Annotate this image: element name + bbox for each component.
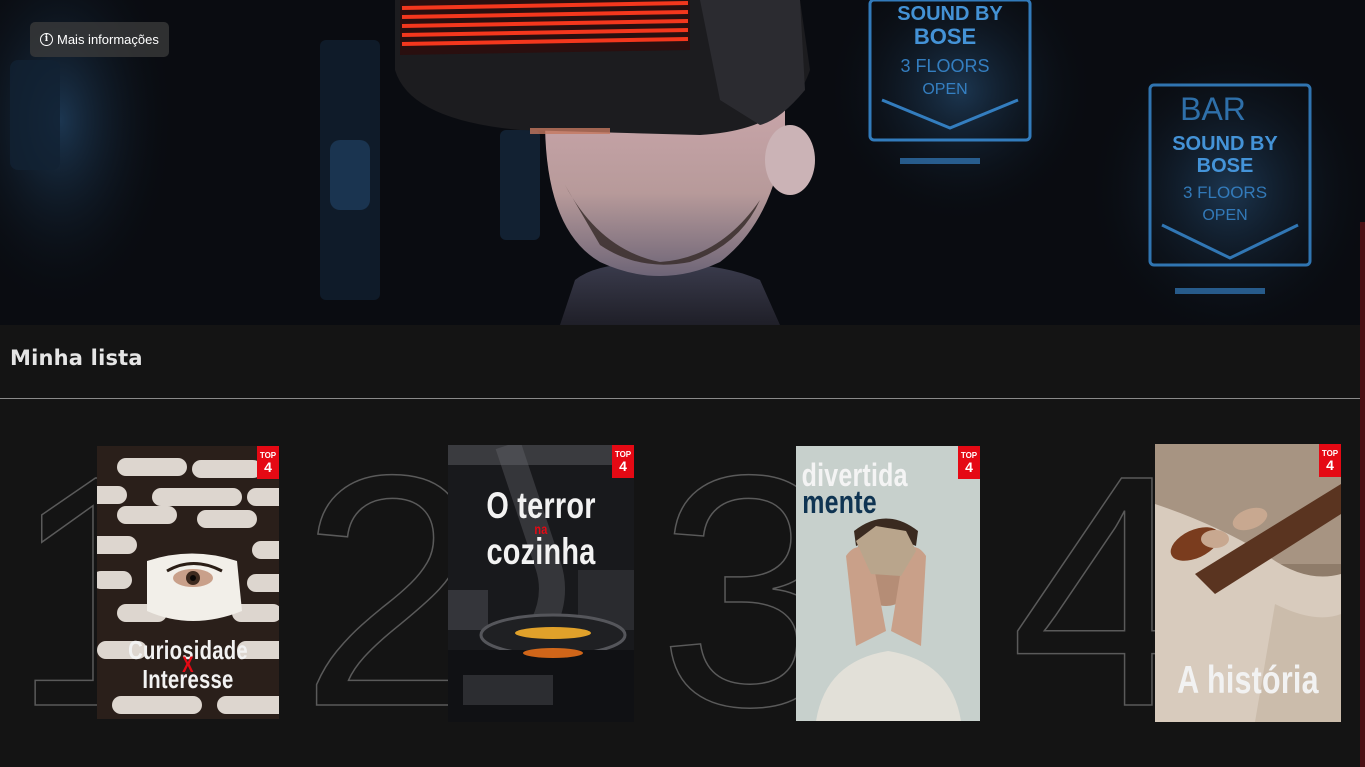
neon-sign-text: OPEN: [1202, 207, 1247, 224]
neon-sign-text: SOUND BY: [897, 3, 1003, 25]
title-card[interactable]: TOP 4 O terror na cozinha: [448, 445, 634, 722]
neon-sign-text: BOSE: [1197, 155, 1254, 177]
section-title: Minha lista: [10, 346, 143, 370]
rank-number: 4: [1010, 420, 1160, 720]
card-title-line2: Interesse: [142, 664, 234, 694]
card-title-line2: mente: [802, 484, 877, 520]
card-title-line2: cozinha: [486, 531, 596, 572]
neon-sign-text: BAR: [1180, 91, 1246, 127]
title-card[interactable]: TOP 4 divertida mente: [796, 446, 980, 721]
top-badge: TOP 4: [1319, 444, 1341, 477]
top-badge: TOP 4: [257, 446, 279, 479]
neon-sign-text: BOSE: [914, 24, 976, 49]
section-divider: [0, 398, 1360, 399]
more-info-label: Mais informações: [57, 32, 159, 47]
neon-sign-text: OPEN: [922, 81, 967, 98]
title-card[interactable]: TOP 4 A história: [1155, 444, 1341, 722]
neon-sign-text: 3 FLOORS: [1183, 183, 1267, 202]
top-badge: TOP 4: [612, 445, 634, 478]
info-icon: i: [40, 33, 53, 46]
neon-sign-text: SOUND BY: [1172, 133, 1278, 155]
scrollbar-accent: [1360, 222, 1365, 767]
hero-banner: SOUND BY BOSE 3 FLOORS OPEN BAR SOUND BY…: [0, 0, 1365, 325]
top-badge: TOP 4: [958, 446, 980, 479]
more-info-button[interactable]: i Mais informações: [30, 22, 169, 57]
card-title-line1: A história: [1177, 659, 1319, 702]
neon-sign-text: 3 FLOORS: [900, 56, 989, 76]
title-card[interactable]: TOP 4 Curiosidade X Interesse: [97, 446, 279, 719]
hero-image: SOUND BY BOSE 3 FLOORS OPEN BAR SOUND BY…: [0, 0, 1365, 325]
